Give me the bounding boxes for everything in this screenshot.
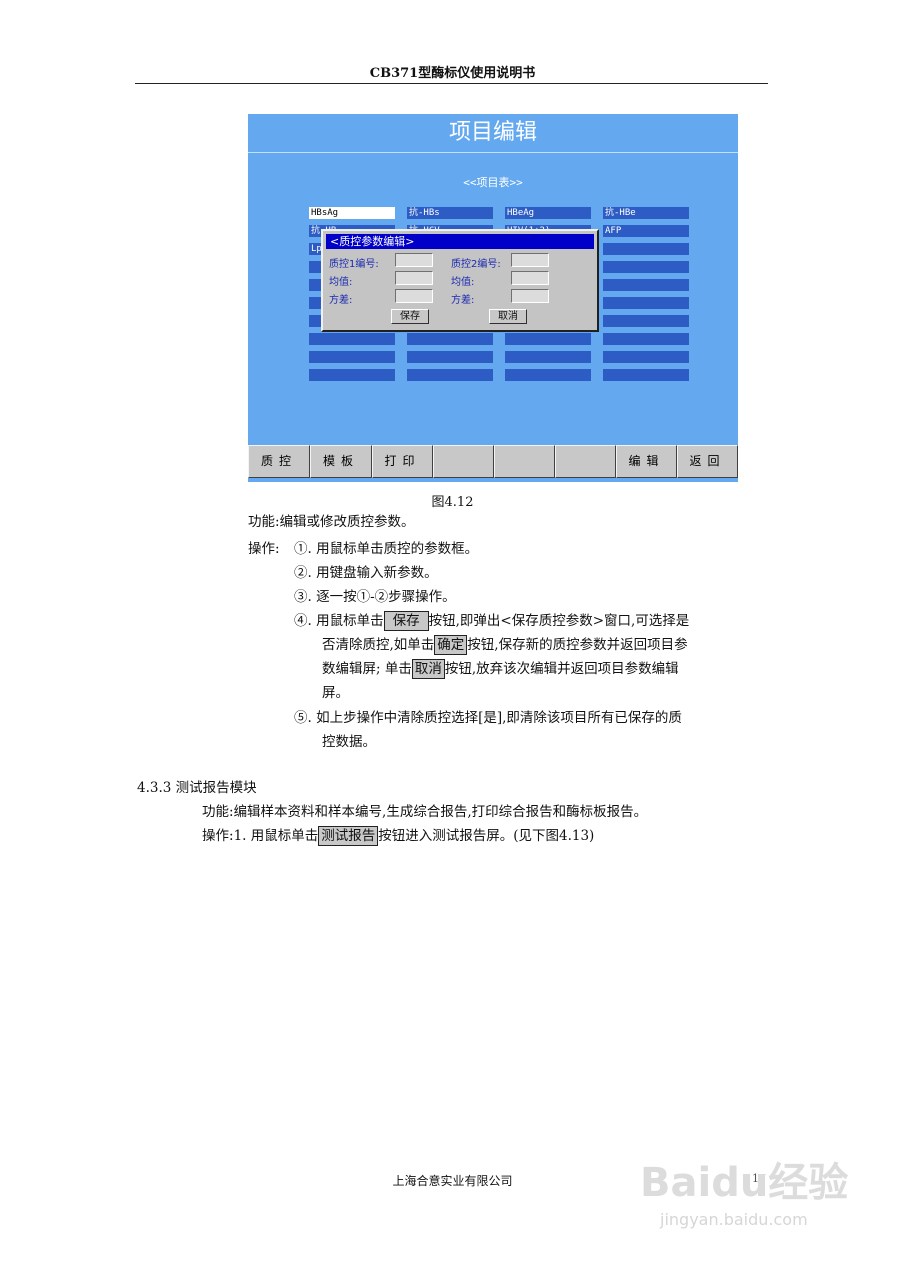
watermark-logo: Baidu经验 <box>640 1160 849 1206</box>
project-cell[interactable]: HBeAg <box>505 207 591 219</box>
step-4-text-b: 按钮,即弹出<保存质控参数>窗口,可选择是 <box>428 613 690 629</box>
project-cell[interactable] <box>603 297 689 309</box>
project-cell[interactable] <box>603 279 689 291</box>
qc1-id-field[interactable] <box>395 253 433 267</box>
back-button[interactable]: 返回 <box>677 445 738 478</box>
qc2-var-label: 方差: <box>451 295 475 306</box>
step-4-text-a: ④. 用鼠标单击 <box>294 613 384 629</box>
step-5-line-1: ⑤. 如上步操作中清除质控选择[是],即清除该项目所有已保存的质 <box>294 710 682 726</box>
section-operation-label: 操作: <box>202 828 234 844</box>
project-cell[interactable]: 抗-HBe <box>603 207 689 219</box>
project-cell[interactable] <box>505 333 591 345</box>
watermark-url: jingyan.baidu.com <box>660 1210 808 1229</box>
qc2-id-field[interactable] <box>511 253 549 267</box>
step-2: ②. 用键盘输入新参数。 <box>294 565 438 581</box>
qc1-mean-label: 均值: <box>329 277 353 288</box>
test-report-button-ref: 测试报告 <box>318 826 379 846</box>
qc-button[interactable]: 质控 <box>248 445 310 478</box>
qc1-mean-field[interactable] <box>395 271 433 285</box>
figure-caption: 图4.12 <box>431 495 474 510</box>
step-4-text-e: 数编辑屏; 单击 <box>322 661 412 677</box>
step-3: ③. 逐一按①-②步骤操作。 <box>294 589 456 605</box>
section-operation-text-b: 按钮进入测试报告屏。(见下图4.13) <box>378 828 595 844</box>
bottom-toolbar: 质控 模板 打印 编辑 返回 <box>248 445 738 478</box>
step-5-line-2: 控数据。 <box>322 734 376 750</box>
section-function-label: 功能: <box>202 804 234 820</box>
project-cell[interactable]: 抗-HBs <box>407 207 493 219</box>
operation-label: 操作: <box>248 541 280 557</box>
project-cell[interactable] <box>309 351 395 363</box>
section-operation-text-a: 1. 用鼠标单击 <box>233 828 319 844</box>
save-button-ref: 保存 <box>383 611 429 631</box>
qc1-var-label: 方差: <box>329 295 353 306</box>
project-cell[interactable] <box>603 243 689 255</box>
header-rule <box>135 83 768 84</box>
project-edit-screenshot: 项目编辑 <<项目表>> HBsAg抗-HBsHBeAg抗-HBe抗-HB抗-H… <box>248 114 738 482</box>
section-operation-line: 操作:1. 用鼠标单击 测试报告 按钮进入测试报告屏。(见下图4.13) <box>202 824 594 848</box>
step-4-text-f: 按钮,放弃该次编辑并返回项目参数编辑 <box>444 661 679 677</box>
project-cell[interactable] <box>603 333 689 345</box>
project-cell[interactable] <box>309 333 395 345</box>
section-function-line: 功能:编辑样本资料和样本编号,生成综合报告,打印综合报告和酶标板报告。 <box>202 800 647 824</box>
project-cell[interactable]: AFP <box>603 225 689 237</box>
step-4-line-2: 否清除质控,如单击 确定 按钮,保存新的质控参数并返回项目参 <box>322 633 688 657</box>
confirm-button-ref: 确定 <box>434 635 468 655</box>
print-button[interactable]: 打印 <box>372 445 433 478</box>
dialog-cancel-button[interactable]: 取消 <box>489 309 527 324</box>
project-cell[interactable] <box>407 351 493 363</box>
blank-button-1[interactable] <box>433 445 494 478</box>
step-1: ①. 用鼠标单击质控的参数框。 <box>294 541 479 557</box>
project-cell[interactable] <box>407 369 493 381</box>
qc2-var-field[interactable] <box>511 289 549 303</box>
qc1-id-label: 质控1编号: <box>329 259 379 270</box>
qc2-mean-label: 均值: <box>451 277 475 288</box>
qc2-id-label: 质控2编号: <box>451 259 501 270</box>
project-cell[interactable] <box>603 351 689 363</box>
step-4-line-3: 数编辑屏; 单击 取消 按钮,放弃该次编辑并返回项目参数编辑 <box>322 657 679 681</box>
function-line: 功能:编辑或修改质控参数。 <box>248 510 415 534</box>
qc1-var-field[interactable] <box>395 289 433 303</box>
step-4-text-d: 按钮,保存新的质控参数并返回项目参 <box>467 637 688 653</box>
function-label: 功能: <box>248 514 280 530</box>
section-function-text: 编辑样本资料和样本编号,生成综合报告,打印综合报告和酶标板报告。 <box>233 804 648 820</box>
project-cell[interactable] <box>309 369 395 381</box>
cancel-button-ref: 取消 <box>411 659 445 679</box>
screen-title: 项目编辑 <box>448 120 537 145</box>
dialog-title: <质控参数编辑> <box>326 234 594 249</box>
step-4-line-1: ④. 用鼠标单击 保存 按钮,即弹出<保存质控参数>窗口,可选择是 <box>294 609 689 633</box>
step-4-text-c: 否清除质控,如单击 <box>322 637 435 653</box>
project-cell[interactable] <box>407 333 493 345</box>
project-cell[interactable] <box>603 315 689 327</box>
project-cell[interactable] <box>603 369 689 381</box>
section-heading: 4.3.3 测试报告模块 <box>137 780 257 796</box>
blank-button-3[interactable] <box>555 445 616 478</box>
dialog-save-button[interactable]: 保存 <box>391 309 429 324</box>
qc2-mean-field[interactable] <box>511 271 549 285</box>
step-4-line-4: 屏。 <box>322 685 349 701</box>
baidu-watermark: Baidu经验 jingyan.baidu.com <box>640 1150 870 1250</box>
edit-button[interactable]: 编辑 <box>616 445 677 478</box>
qc-param-dialog: <质控参数编辑> 质控1编号: 质控2编号: 均值: 均值: 方差: 方差: 保… <box>321 229 599 332</box>
function-text: 编辑或修改质控参数。 <box>279 514 415 530</box>
template-button[interactable]: 模板 <box>310 445 372 478</box>
project-cell[interactable] <box>603 261 689 273</box>
project-cell[interactable] <box>505 351 591 363</box>
blank-button-2[interactable] <box>494 445 555 478</box>
project-cell[interactable] <box>505 369 591 381</box>
document-header: CB371型酶标仪使用说明书 <box>369 66 536 81</box>
project-cell[interactable]: HBsAg <box>309 207 395 219</box>
screen-subtitle: <<项目表>> <box>463 176 523 189</box>
title-divider <box>248 152 738 153</box>
